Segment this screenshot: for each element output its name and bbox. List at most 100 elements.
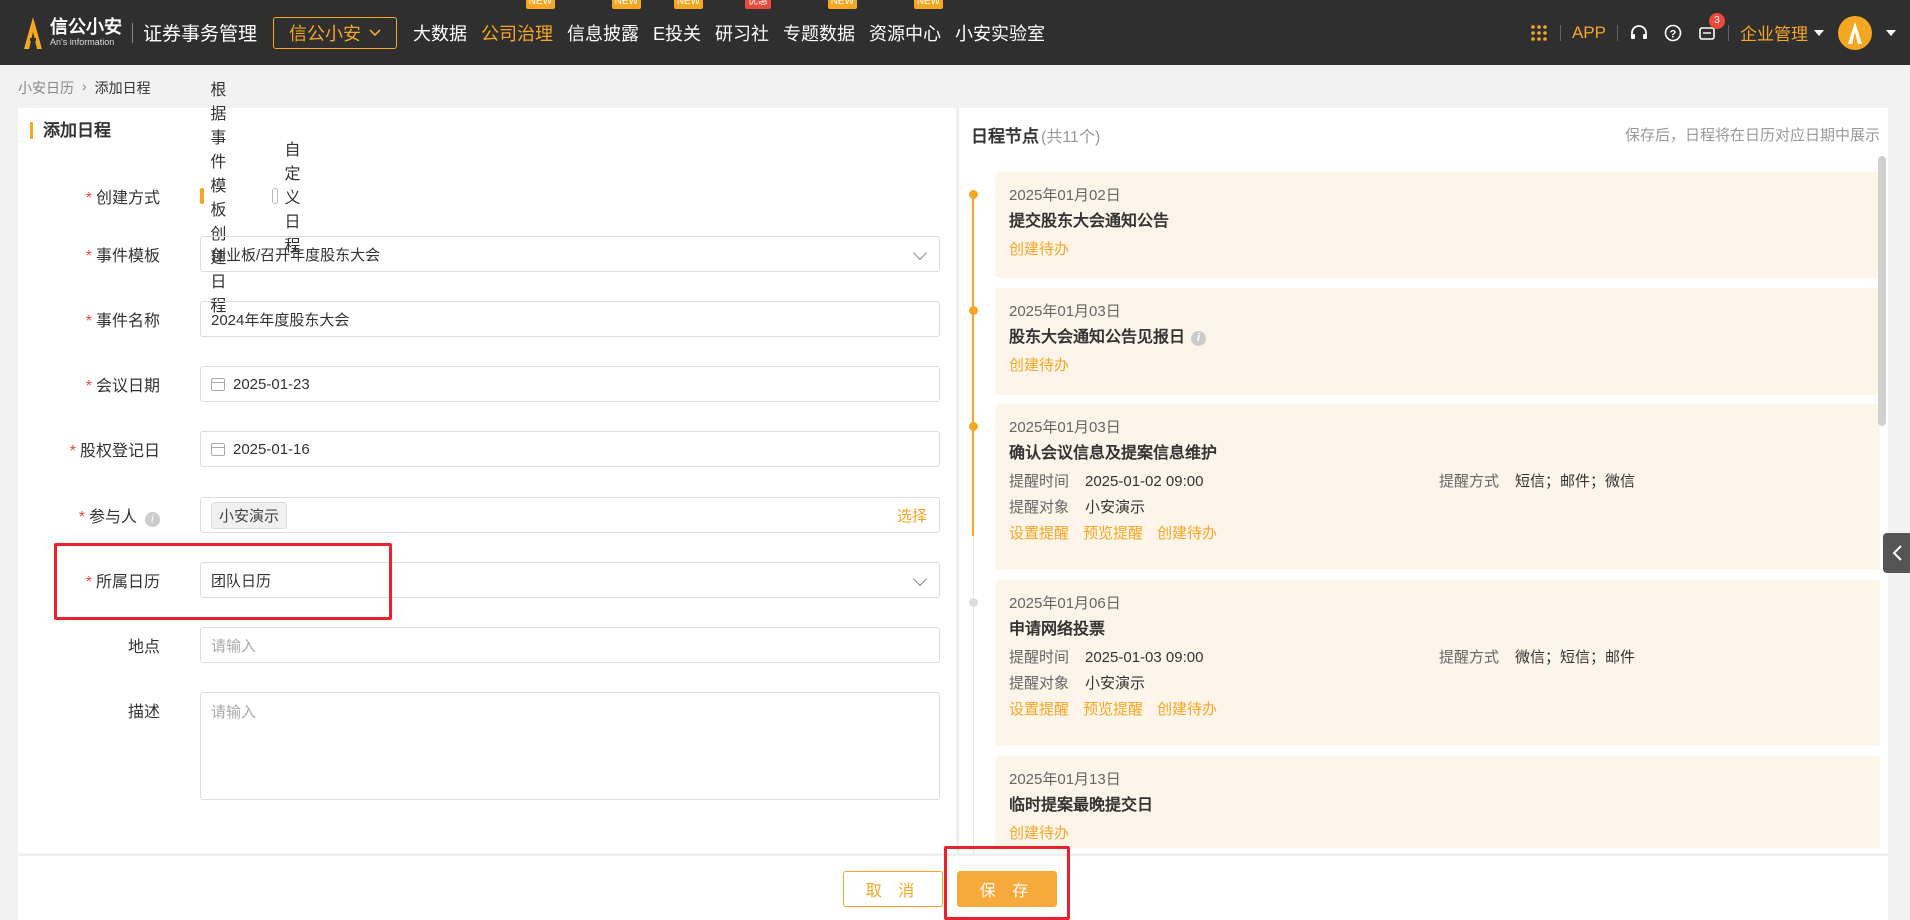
meeting-date-row: * 会议日期 2025-01-23 bbox=[18, 366, 940, 402]
nav-label: 小安实验室 bbox=[955, 23, 1046, 44]
nav-label: 研习社 bbox=[715, 23, 770, 44]
nav-label: 大数据 bbox=[413, 23, 468, 44]
info-icon[interactable]: i bbox=[1191, 330, 1207, 346]
schedule-node: 2025年01月03日 确认会议信息及提案信息维护 提醒时间 2025-01-0… bbox=[969, 404, 1880, 570]
nav-item-bigdata[interactable]: 大数据 bbox=[413, 20, 467, 46]
timeline-dot bbox=[969, 190, 978, 199]
nav-item-resources[interactable]: 资源中心 NEW bbox=[869, 0, 944, 46]
logo[interactable]: 信公小安 An's information bbox=[22, 0, 122, 65]
radio-label: 根据事件模板创建日程 bbox=[210, 82, 227, 315]
template-label: 事件模板 bbox=[95, 248, 160, 265]
highlight-box bbox=[54, 543, 392, 620]
meeting-date-picker[interactable]: 2025-01-23 bbox=[200, 366, 940, 402]
create-todo-link[interactable]: 创建待办 bbox=[1157, 700, 1217, 720]
headset-icon[interactable] bbox=[1629, 23, 1649, 43]
nav-label: 资源中心 bbox=[869, 23, 942, 44]
set-reminder-link[interactable]: 设置提醒 bbox=[1009, 700, 1069, 720]
location-row: 地点 请输入 bbox=[18, 627, 940, 663]
help-icon[interactable]: ? bbox=[1663, 23, 1683, 43]
remind-target-value: 小安演示 bbox=[1085, 499, 1146, 516]
nav-item-ir[interactable]: E投关 NEW bbox=[653, 0, 704, 46]
location-input[interactable]: 请输入 bbox=[200, 627, 940, 663]
message-icon[interactable]: 3 bbox=[1697, 12, 1725, 43]
breadcrumb: 小安日历 › 添加日程 bbox=[18, 78, 151, 98]
nav-label: 信息披露 bbox=[567, 23, 640, 44]
divider bbox=[1617, 24, 1618, 41]
nav-item-academy[interactable]: 研习社 优惠 bbox=[715, 0, 772, 46]
node-name: 临时提案最晚提交日 bbox=[1009, 797, 1154, 814]
create-todo-link[interactable]: 创建待办 bbox=[1009, 824, 1069, 844]
record-date-value: 2025-01-16 bbox=[233, 440, 310, 458]
remind-target-value: 小安演示 bbox=[1085, 675, 1146, 692]
new-badge: NEW bbox=[827, 0, 858, 9]
create-todo-link[interactable]: 创建待办 bbox=[1157, 524, 1217, 544]
description-textarea[interactable]: 请输入 bbox=[200, 692, 940, 800]
remind-time-label: 提醒时间 bbox=[1009, 649, 1070, 666]
node-name-text: 股东大会通知公告见报日 bbox=[1009, 329, 1186, 346]
radio-checked bbox=[200, 188, 213, 204]
calendar-icon bbox=[211, 377, 225, 391]
required-mark: * bbox=[69, 443, 76, 460]
description-placeholder: 请输入 bbox=[211, 704, 257, 721]
scrollbar[interactable] bbox=[1878, 156, 1886, 426]
divider bbox=[1728, 24, 1729, 41]
nav-label: 公司治理 bbox=[481, 23, 554, 44]
meeting-date-label: 会议日期 bbox=[95, 378, 160, 395]
schedule-count: (共11个) bbox=[1041, 129, 1101, 146]
remind-target-label: 提醒对象 bbox=[1009, 499, 1070, 516]
side-collapse-tab[interactable] bbox=[1883, 533, 1910, 573]
node-date: 2025年01月03日 bbox=[1009, 419, 1121, 436]
remind-method-value: 微信；短信；邮件 bbox=[1515, 649, 1636, 666]
app-link[interactable]: APP bbox=[1572, 23, 1606, 43]
avatar[interactable] bbox=[1838, 15, 1872, 50]
cancel-button[interactable]: 取 消 bbox=[843, 871, 943, 907]
node-date: 2025年01月06日 bbox=[1009, 595, 1121, 612]
create-mode-radio-group: 根据事件模板创建日程 自定义日程 bbox=[200, 76, 310, 316]
event-name-value: 2024年年度股东大会 bbox=[211, 311, 350, 329]
corp-menu[interactable]: 企业管理 bbox=[1740, 20, 1824, 45]
top-nav-bar: 信公小安 An's information 证券事务管理 信公小安 大数据 公司… bbox=[0, 0, 1910, 65]
location-placeholder: 请输入 bbox=[211, 637, 257, 655]
event-name-input[interactable]: 2024年年度股东大会 bbox=[200, 301, 940, 337]
required-mark: * bbox=[85, 248, 92, 265]
record-date-picker[interactable]: 2025-01-16 bbox=[200, 431, 940, 467]
brand-select[interactable]: 信公小安 bbox=[273, 16, 398, 49]
set-reminder-link[interactable]: 设置提醒 bbox=[1009, 524, 1069, 544]
radio-template[interactable]: 根据事件模板创建日程 bbox=[200, 76, 238, 316]
select-participants-link[interactable]: 选择 bbox=[897, 505, 927, 526]
required-mark: * bbox=[85, 313, 92, 330]
apps-grid-icon[interactable] bbox=[1529, 23, 1549, 43]
preview-reminder-link[interactable]: 预览提醒 bbox=[1083, 524, 1143, 544]
form-footer: 取 消 保 存 bbox=[18, 846, 1888, 920]
breadcrumb-parent[interactable]: 小安日历 bbox=[18, 78, 74, 98]
node-name: 申请网络投票 bbox=[1009, 621, 1106, 638]
caret-down-icon[interactable] bbox=[1886, 29, 1896, 36]
remind-time-label: 提醒时间 bbox=[1009, 473, 1070, 490]
info-icon[interactable]: i bbox=[145, 511, 160, 527]
nav-item-lab[interactable]: 小安实验室 bbox=[955, 20, 1045, 46]
nav-item-governance[interactable]: 公司治理 NEW bbox=[481, 0, 556, 46]
schedule-node: 2025年01月02日 提交股东大会通知公告 创建待办 bbox=[969, 172, 1880, 278]
create-todo-link[interactable]: 创建待办 bbox=[1009, 356, 1069, 376]
nav-item-topic-data[interactable]: 专题数据 NEW bbox=[783, 0, 858, 46]
chevron-left-icon bbox=[1892, 545, 1902, 561]
message-count-badge: 3 bbox=[1709, 12, 1725, 29]
participant-tag[interactable]: 小安演示 bbox=[211, 501, 288, 529]
template-row: * 事件模板 创业板/召开年度股东大会 bbox=[18, 236, 940, 272]
timeline-line-active bbox=[972, 196, 974, 536]
new-badge: NEW bbox=[611, 0, 642, 9]
main-nav: 大数据 公司治理 NEW 信息披露 NEW E投关 NEW 研习社 优惠 专题数据 NEW… bbox=[413, 0, 1059, 65]
system-title: 证券事务管理 bbox=[143, 24, 258, 45]
remind-time-value: 2025-01-02 09:00 bbox=[1085, 473, 1204, 490]
preview-reminder-link[interactable]: 预览提醒 bbox=[1083, 700, 1143, 720]
template-select[interactable]: 创业板/召开年度股东大会 bbox=[200, 236, 940, 272]
participants-field[interactable]: 小安演示 选择 bbox=[200, 497, 940, 533]
location-label: 地点 bbox=[127, 639, 160, 656]
logo-icon bbox=[22, 16, 44, 50]
new-badge: NEW bbox=[913, 0, 944, 9]
schedule-title-text: 日程节点 bbox=[971, 127, 1039, 146]
nav-item-disclosure[interactable]: 信息披露 NEW bbox=[567, 0, 642, 46]
create-mode-label: 创建方式 bbox=[95, 190, 160, 207]
create-todo-link[interactable]: 创建待办 bbox=[1009, 240, 1069, 260]
event-name-label: 事件名称 bbox=[95, 313, 160, 330]
